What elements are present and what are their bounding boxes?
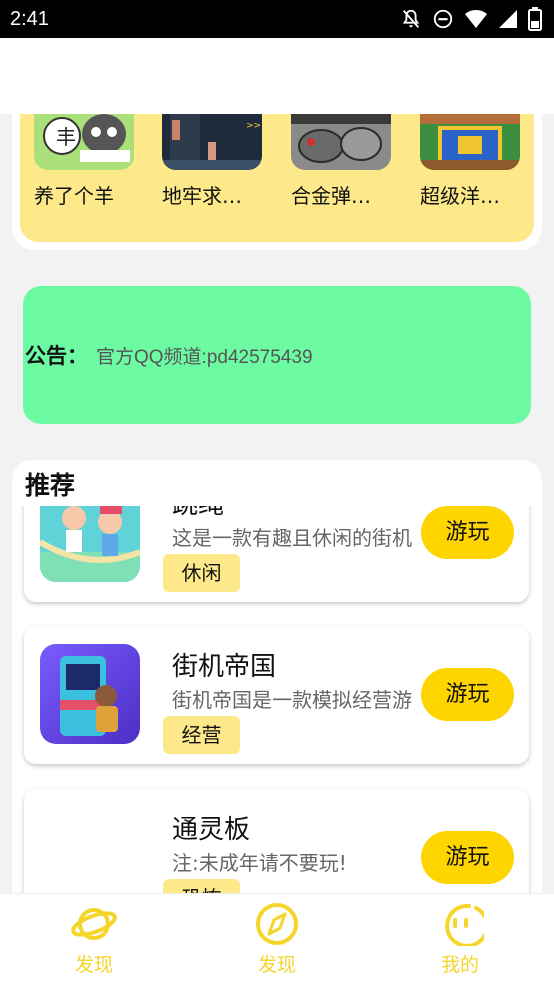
face-icon xyxy=(445,903,484,946)
game-name: 养了个羊 xyxy=(34,184,114,208)
game-icon xyxy=(40,807,140,900)
list-item[interactable]: 跳绳 这是一款有趣且休闲的街机 休闲 游玩 xyxy=(24,506,529,602)
recommend-list[interactable]: 跳绳 这是一款有趣且休闲的街机 休闲 游玩 xyxy=(12,506,542,900)
battery-icon xyxy=(528,7,542,31)
notifications-off-icon xyxy=(402,9,420,28)
game-title: 通灵板 xyxy=(172,815,251,845)
game-name: 超级洋… xyxy=(420,184,500,208)
game-strip-card: 丰 养了个羊 >> 地牢求… 合金弹… 超级洋… xyxy=(12,114,542,250)
play-button[interactable]: 游玩 xyxy=(421,506,514,559)
signal-icon xyxy=(499,10,517,28)
list-item[interactable]: 街机帝国 街机帝国是一款模拟经营游 经营 游玩 xyxy=(24,626,529,764)
status-time: 2:41 xyxy=(10,7,49,30)
game-item[interactable]: 丰 养了个羊 xyxy=(34,114,134,209)
compass-icon xyxy=(256,903,298,945)
game-icon xyxy=(40,506,140,582)
game-strip[interactable]: 丰 养了个羊 >> 地牢求… 合金弹… 超级洋… xyxy=(20,114,534,242)
do-not-disturb-icon xyxy=(433,9,453,29)
nav-item-profile[interactable]: 我的 xyxy=(420,902,500,977)
metal-slug-thumb xyxy=(291,114,391,170)
announcement-banner[interactable]: 公告： 官方QQ频道:pd42575439 xyxy=(23,286,531,424)
play-button[interactable]: 游玩 xyxy=(421,831,514,884)
game-tag: 经营 xyxy=(163,716,240,754)
nav-label: 发现 xyxy=(257,954,296,976)
game-title: 街机帝国 xyxy=(172,652,277,682)
announcement-text: 官方QQ频道:pd42575439 xyxy=(96,346,313,368)
game-description: 这是一款有趣且休闲的街机 xyxy=(172,526,412,550)
planet-icon xyxy=(71,908,117,940)
bottom-nav: 发现 发现 我的 xyxy=(0,893,554,985)
game-title: 跳绳 xyxy=(172,506,224,521)
svg-text:丰: 丰 xyxy=(56,125,76,149)
sheep-game-thumb: 丰 xyxy=(34,114,134,170)
nav-item-discover[interactable]: 发现 xyxy=(54,902,134,977)
play-button[interactable]: 游玩 xyxy=(421,668,514,721)
announcement-label: 公告： xyxy=(25,344,88,368)
nav-label: 发现 xyxy=(74,954,113,976)
top-bar xyxy=(0,38,554,114)
game-name: 地牢求… xyxy=(162,184,242,208)
svg-text:>>: >> xyxy=(246,121,261,131)
game-name: 合金弹… xyxy=(291,184,371,208)
game-description: 注:未成年请不要玩! xyxy=(172,851,347,875)
game-item[interactable]: 超级洋… xyxy=(420,114,520,209)
list-item[interactable]: 通灵板 注:未成年请不要玩! 恐怖 游玩 xyxy=(24,789,529,900)
game-icon xyxy=(40,644,140,744)
game-item[interactable]: 合金弹… xyxy=(291,114,391,209)
recommend-panel: 推荐 跳绳 这是一款有趣且休闲的街机 休闲 游玩 xyxy=(12,460,542,900)
wifi-icon xyxy=(465,9,487,28)
recommend-title: 推荐 xyxy=(25,471,76,500)
game-tag: 休闲 xyxy=(163,554,240,592)
game-item[interactable]: >> 地牢求… xyxy=(162,114,262,209)
game-description: 街机帝国是一款模拟经营游 xyxy=(172,688,412,712)
status-bar: 2:41 xyxy=(0,0,554,38)
dungeon-game-thumb: >> xyxy=(162,114,262,170)
nav-item-explore[interactable]: 发现 xyxy=(237,902,317,977)
nav-label: 我的 xyxy=(440,954,479,976)
status-icons xyxy=(400,7,542,31)
pixel-game-thumb xyxy=(420,114,520,170)
